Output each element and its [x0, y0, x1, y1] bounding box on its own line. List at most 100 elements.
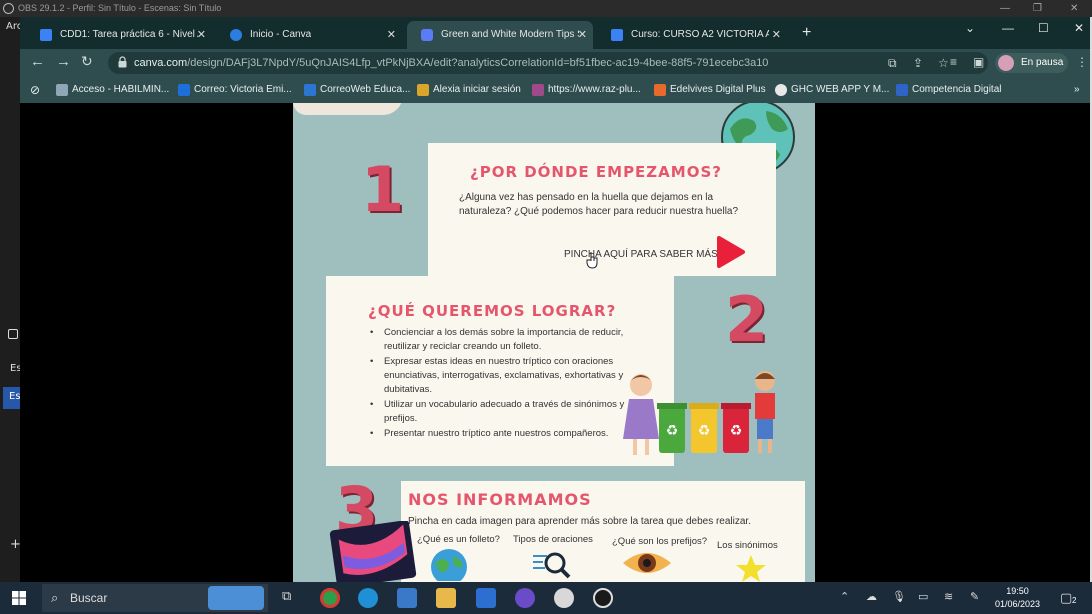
- store-icon[interactable]: [397, 588, 417, 608]
- close-icon[interactable]: ✕: [578, 21, 587, 49]
- bookmark-item[interactable]: Edelvives Digital Plus: [654, 77, 766, 103]
- edge-icon[interactable]: [358, 588, 378, 608]
- star-icon[interactable]: [733, 553, 769, 582]
- install-icon[interactable]: ⧉: [888, 56, 897, 71]
- close-icon[interactable]: ✕: [387, 21, 396, 49]
- bookmark-item[interactable]: Correo: Victoria Emi...: [178, 77, 292, 103]
- info-item-label[interactable]: Los sinónimos: [717, 539, 778, 553]
- chevron-down-icon[interactable]: ⌄: [965, 21, 975, 35]
- info-item-label[interactable]: Tipos de oraciones: [513, 533, 593, 547]
- profile-button[interactable]: En pausa: [995, 53, 1068, 73]
- obs-icon[interactable]: [593, 588, 613, 608]
- alexia-icon: [417, 84, 429, 96]
- canva-icon: [230, 29, 242, 41]
- section-number: 2: [725, 283, 769, 356]
- tab-curso[interactable]: Curso: CURSO A2 VICTORIA AUG ✕: [597, 21, 787, 49]
- forward-icon[interactable]: →: [56, 53, 71, 70]
- back-icon[interactable]: ←: [30, 53, 45, 70]
- clock[interactable]: 19:50 01/06/2023: [995, 585, 1040, 611]
- globe-icon[interactable]: [429, 547, 469, 581]
- design-canvas: 1 ¿POR DÓNDE EMPEZAMOS? ¿Alguna vez has …: [293, 103, 815, 582]
- info-item-label[interactable]: ¿Qué es un folleto?: [417, 533, 500, 547]
- bookmark-item[interactable]: CorreoWeb Educa...: [304, 77, 410, 103]
- minimize-icon[interactable]: —: [1002, 21, 1014, 35]
- file-explorer-icon[interactable]: [436, 588, 456, 608]
- bookmark-icon: [56, 84, 68, 96]
- sidebar-icon[interactable]: ▣: [973, 55, 984, 69]
- reload-icon[interactable]: ↻: [81, 53, 93, 70]
- bookmark-item[interactable]: Competencia Digital: [896, 77, 1002, 103]
- battery-icon[interactable]: ▭: [918, 590, 928, 603]
- share-icon[interactable]: ⇪: [913, 56, 923, 70]
- address-bar[interactable]: canva.com/design/DAFj3L7NpdY/5uQnJAIS4Lf…: [108, 52, 988, 74]
- bookmarks-bar: ⊘ Acceso - HABILMIN... Correo: Victoria …: [20, 77, 1090, 103]
- wifi-icon[interactable]: ≋: [944, 590, 953, 603]
- pen-icon[interactable]: ✎: [970, 590, 979, 603]
- more-bookmarks-icon[interactable]: »: [1074, 77, 1080, 103]
- obs-minimize-icon[interactable]: —: [1000, 0, 1010, 17]
- chevron-up-icon[interactable]: ⌃: [840, 590, 849, 603]
- obs-panel-icon[interactable]: [8, 329, 18, 339]
- obs-left-panel: Arc Es Es +: [0, 17, 22, 582]
- tab-canva-design[interactable]: Green and White Modern Tips Sc ✕: [407, 21, 593, 49]
- bookmark-item[interactable]: Acceso - HABILMIN...: [56, 77, 169, 103]
- section-title: ¿POR DÓNDE EMPEZAMOS?: [470, 163, 722, 181]
- info-item-label[interactable]: ¿Qué son los prefijos?: [612, 535, 707, 549]
- taskbar: ⌕ Buscar ⧉ ⌃ ☁ 🎙 ▭ ≋ ✎ 19:50 01/06/2023 …: [0, 582, 1092, 614]
- obs-title-text: OBS 29.1.2 - Perfil: Sin Título - Escena…: [18, 3, 222, 13]
- section-card: NOS INFORMAMOS Pincha en cada imagen par…: [401, 481, 805, 582]
- more-menu-icon[interactable]: ⋮: [1076, 55, 1088, 69]
- section-card: ¿POR DÓNDE EMPEZAMOS? ¿Alguna vez has pe…: [428, 143, 776, 276]
- cloud-icon[interactable]: ☁: [866, 590, 877, 603]
- notification-icon[interactable]: ▢: [1060, 590, 1072, 606]
- obs-close-icon[interactable]: ✕: [1070, 0, 1078, 17]
- ghc-icon: [775, 84, 787, 96]
- close-icon[interactable]: ✕: [772, 21, 781, 49]
- bookmark-item[interactable]: Alexia iniciar sesión: [417, 77, 521, 103]
- obs-panel-selected[interactable]: Es: [3, 387, 21, 409]
- bookmark-item[interactable]: GHC WEB APP Y M...: [775, 77, 889, 103]
- new-tab-button[interactable]: +: [802, 24, 811, 42]
- chrome-icon[interactable]: [320, 588, 340, 608]
- laptop-illustration: [329, 521, 417, 582]
- taskbar-search[interactable]: ⌕ Buscar: [42, 584, 268, 612]
- graduation-cap-icon: [611, 29, 623, 41]
- tab-bar: CDD1: Tarea práctica 6 - Nivel A2 ✕ Inic…: [20, 17, 1090, 49]
- obs-app-icon: [3, 3, 14, 14]
- media-icon[interactable]: ≡: [950, 55, 957, 69]
- clock-time: 19:50: [1006, 586, 1029, 596]
- tab-cdd1[interactable]: CDD1: Tarea práctica 6 - Nivel A2 ✕: [26, 21, 212, 49]
- hand-cursor-icon: [586, 252, 598, 269]
- magnifier-icon[interactable]: [531, 549, 573, 581]
- section-text: ¿Alguna vez has pensado en la huella que…: [459, 192, 739, 217]
- bookmark-item[interactable]: https://www.raz-plu...: [532, 77, 641, 103]
- url-text: canva.com/design/DAFj3L7NpdY/5uQnJAIS4Lf…: [134, 57, 769, 69]
- notification-count: 2: [1072, 596, 1077, 605]
- profile-status: En pausa: [1021, 57, 1064, 68]
- list-item: Utilizar un vocabulario adecuado a travé…: [370, 398, 638, 426]
- close-window-icon[interactable]: ✕: [1074, 21, 1084, 35]
- play-button-icon[interactable]: [716, 235, 746, 269]
- close-icon[interactable]: ✕: [197, 21, 206, 49]
- star-icon[interactable]: ☆: [938, 56, 949, 70]
- microphone-icon[interactable]: 🎙: [892, 590, 906, 603]
- tab-label: CDD1: Tarea práctica 6 - Nivel A2: [60, 29, 198, 40]
- obs-restore-icon[interactable]: ❐: [1033, 0, 1042, 17]
- maximize-icon[interactable]: ☐: [1038, 21, 1049, 35]
- tab-canva-home[interactable]: Inicio - Canva ✕: [216, 21, 402, 49]
- app-icon[interactable]: [515, 588, 535, 608]
- teams-icon[interactable]: [476, 588, 496, 608]
- edelvives-icon: [654, 84, 666, 96]
- obs-title-bar: OBS 29.1.2 - Perfil: Sin Título - Escena…: [0, 0, 1092, 17]
- eye-icon[interactable]: [621, 549, 673, 577]
- tab-label: Curso: CURSO A2 VICTORIA AUG: [631, 29, 769, 40]
- tab-label: Inicio - Canva: [250, 29, 312, 40]
- search-label: Buscar: [70, 591, 108, 605]
- outlook-icon: [178, 84, 190, 96]
- list-item: Concienciar a los demás sobre la importa…: [370, 326, 638, 354]
- windows-start-icon[interactable]: [12, 591, 26, 605]
- task-view-icon[interactable]: ⧉: [282, 588, 291, 604]
- recycling-kids-illustration: ♻ ♻ ♻: [623, 371, 775, 455]
- app-icon[interactable]: [554, 588, 574, 608]
- apps-icon[interactable]: ⊘: [30, 77, 40, 103]
